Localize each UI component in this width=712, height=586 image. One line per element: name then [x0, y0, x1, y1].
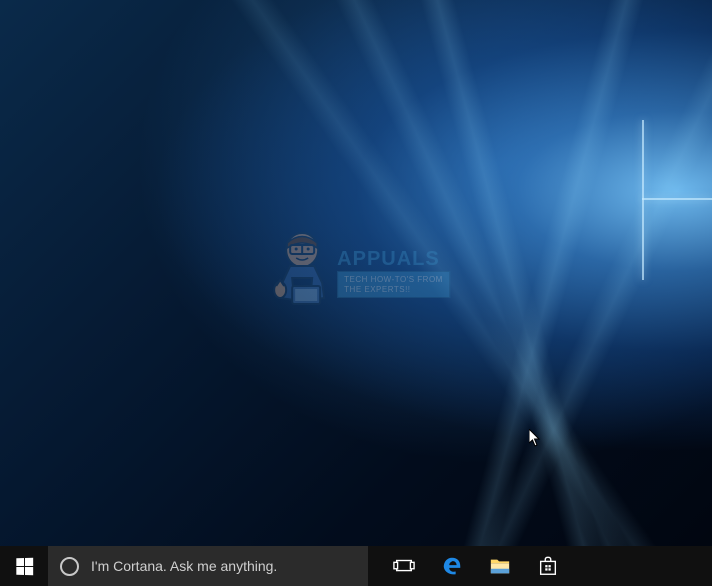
watermark-subtitle: TECH HOW-TO'S FROM THE EXPERTS!!: [337, 271, 450, 298]
window-light-frame: [642, 120, 712, 280]
folder-icon: [489, 555, 511, 577]
store-button[interactable]: [524, 546, 572, 586]
task-view-button[interactable]: [380, 546, 428, 586]
watermark-title: APPUALS: [337, 248, 450, 271]
file-explorer-button[interactable]: [476, 546, 524, 586]
cortana-search-box[interactable]: [48, 546, 368, 586]
desktop-wallpaper[interactable]: APPUALS TECH HOW-TO'S FROM THE EXPERTS!!: [0, 0, 712, 546]
mouse-cursor-icon: [529, 429, 541, 447]
watermark-logo: APPUALS TECH HOW-TO'S FROM THE EXPERTS!!: [262, 228, 450, 318]
cortana-search-input[interactable]: [91, 558, 356, 574]
edge-icon: [441, 555, 463, 577]
watermark-text: APPUALS TECH HOW-TO'S FROM THE EXPERTS!!: [337, 248, 450, 298]
store-bag-icon: [537, 555, 559, 577]
edge-browser-button[interactable]: [428, 546, 476, 586]
task-view-icon: [393, 555, 415, 577]
windows-logo-icon: [16, 557, 33, 575]
cortana-circle-icon: [60, 557, 79, 576]
cartoon-character-icon: [262, 228, 342, 318]
taskbar: [0, 546, 712, 586]
start-button[interactable]: [0, 546, 48, 586]
